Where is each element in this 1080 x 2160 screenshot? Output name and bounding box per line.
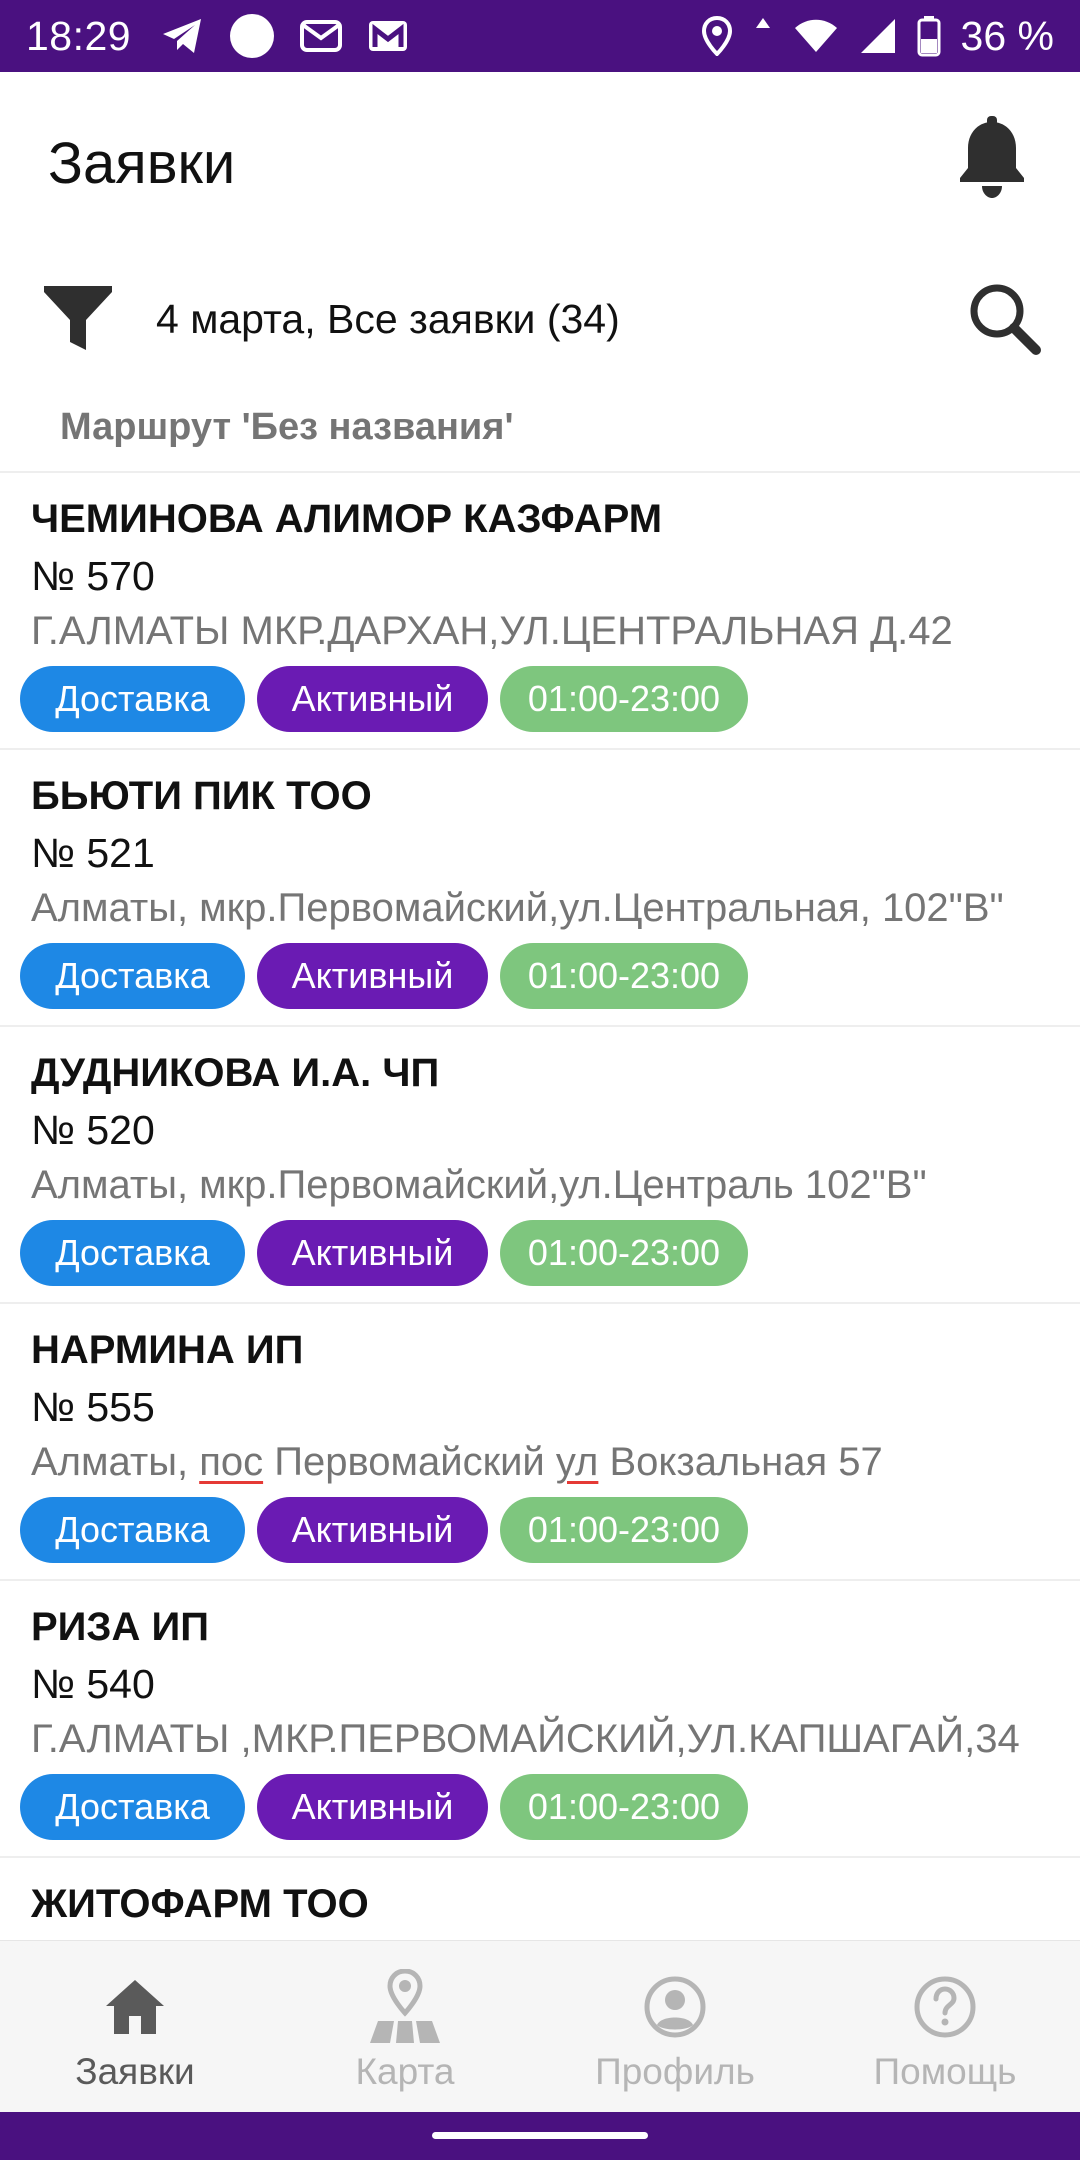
filter-summary[interactable]: 4 марта, Все заявки (34) xyxy=(156,296,620,343)
order-address: Алматы, мкр.Первомайский,ул.Центральная,… xyxy=(31,886,1004,930)
orders-list[interactable]: ЧЕМИНОВА АЛИМОР КАЗФАРМ № 570 Г.АЛМАТЫ М… xyxy=(0,473,1080,1940)
spellcheck-flagged-word: ул xyxy=(555,1440,599,1484)
mail-icon xyxy=(299,19,343,53)
circle-icon xyxy=(229,13,275,59)
order-address: Г.АЛМАТЫ МКР.ДАРХАН,УЛ.ЦЕНТРАЛЬНАЯ Д.42 xyxy=(31,609,953,653)
battery-percentage: 36 % xyxy=(960,12,1054,59)
order-client-name: ЧЕМИНОВА АЛИМОР КАЗФАРМ xyxy=(31,497,663,541)
status-badge: Активный xyxy=(257,943,488,1009)
page-title: Заявки xyxy=(48,131,236,196)
nav-item-map[interactable]: Карта xyxy=(270,1941,540,2113)
spellcheck-flagged-word: пос xyxy=(199,1440,264,1484)
home-icon xyxy=(95,1967,175,2047)
order-badges: Доставка Активный 01:00-23:00 xyxy=(20,1220,748,1286)
profile-icon xyxy=(635,1967,715,2047)
status-badge: Активный xyxy=(257,666,488,732)
delivery-type-badge: Доставка xyxy=(20,666,245,732)
order-number: № 540 xyxy=(31,1661,155,1707)
nav-label: Помощь xyxy=(873,2051,1017,2092)
battery-icon xyxy=(917,15,941,57)
nav-label: Карта xyxy=(355,2051,455,2092)
status-badge: Активный xyxy=(257,1220,488,1286)
order-address: Г.АЛМАТЫ ,МКР.ПЕРВОМАЙСКИЙ,УЛ.КАПШАГАЙ,3… xyxy=(31,1717,1020,1761)
status-time: 18:29 xyxy=(26,12,132,59)
order-card[interactable]: НАРМИНА ИП № 555 Алматы, пос Первомайски… xyxy=(0,1304,1080,1581)
time-window-badge: 01:00-23:00 xyxy=(500,1774,748,1840)
time-window-badge: 01:00-23:00 xyxy=(500,943,748,1009)
order-card[interactable]: ЖИТОФАРМ ТОО xyxy=(0,1858,1080,1940)
system-icons: 36 % xyxy=(701,13,1054,60)
order-number: № 570 xyxy=(31,553,155,599)
time-window-badge: 01:00-23:00 xyxy=(500,666,748,732)
gmail-icon xyxy=(367,19,409,53)
order-number: № 521 xyxy=(31,830,155,876)
order-address: Алматы, мкр.Первомайский,ул.Централь 102… xyxy=(31,1163,927,1207)
order-badges: Доставка Активный 01:00-23:00 xyxy=(20,1774,748,1840)
nav-item-profile[interactable]: Профиль xyxy=(540,1941,810,2113)
filter-icon[interactable] xyxy=(40,280,116,356)
address-part: Первомайский xyxy=(263,1440,556,1484)
order-card[interactable]: ЧЕМИНОВА АЛИМОР КАЗФАРМ № 570 Г.АЛМАТЫ М… xyxy=(0,473,1080,750)
route-label: Маршрут 'Без названия' xyxy=(60,406,514,448)
time-window-badge: 01:00-23:00 xyxy=(500,1497,748,1563)
bell-icon[interactable] xyxy=(952,116,1032,200)
delivery-type-badge: Доставка xyxy=(20,1497,245,1563)
help-icon xyxy=(905,1967,985,2047)
filter-bar: 4 марта, Все заявки (34) xyxy=(0,252,1080,388)
notification-icons xyxy=(161,13,409,59)
wifi-icon xyxy=(793,18,839,54)
system-gesture-bar xyxy=(0,2112,1080,2160)
address-part: Вокзальная 57 xyxy=(598,1440,883,1484)
order-card[interactable]: ДУДНИКОВА И.А. ЧП № 520 Алматы, мкр.Перв… xyxy=(0,1027,1080,1304)
order-badges: Доставка Активный 01:00-23:00 xyxy=(20,943,748,1009)
location-icon xyxy=(701,16,733,56)
order-card[interactable]: БЬЮТИ ПИК ТОО № 521 Алматы, мкр.Первомай… xyxy=(0,750,1080,1027)
order-client-name: ДУДНИКОВА И.А. ЧП xyxy=(31,1051,440,1095)
nav-label: Профиль xyxy=(595,2051,755,2092)
search-icon[interactable] xyxy=(964,278,1044,358)
nav-item-help[interactable]: Помощь xyxy=(810,1941,1080,2113)
home-gesture-handle[interactable] xyxy=(432,2132,648,2139)
order-address: Алматы, пос Первомайский ул Вокзальная 5… xyxy=(31,1440,883,1485)
data-arrows-icon xyxy=(753,16,773,56)
time-window-badge: 01:00-23:00 xyxy=(500,1220,748,1286)
status-bar: 18:29 36 % xyxy=(0,0,1080,72)
bottom-navigation: Заявки Карта Профиль Помощь xyxy=(0,1940,1080,2112)
nav-item-requests[interactable]: Заявки xyxy=(0,1941,270,2113)
map-icon xyxy=(365,1967,445,2047)
order-number: № 555 xyxy=(31,1384,155,1430)
status-badge: Активный xyxy=(257,1497,488,1563)
order-badges: Доставка Активный 01:00-23:00 xyxy=(20,1497,748,1563)
app-header: Заявки xyxy=(0,72,1080,252)
order-client-name: ЖИТОФАРМ ТОО xyxy=(31,1882,369,1926)
telegram-icon xyxy=(161,16,205,56)
order-number: № 520 xyxy=(31,1107,155,1153)
nav-label: Заявки xyxy=(75,2051,195,2092)
order-client-name: НАРМИНА ИП xyxy=(31,1328,304,1372)
status-badge: Активный xyxy=(257,1774,488,1840)
route-header: Маршрут 'Без названия' xyxy=(0,388,1080,473)
order-card[interactable]: РИЗА ИП № 540 Г.АЛМАТЫ ,МКР.ПЕРВОМАЙСКИЙ… xyxy=(0,1581,1080,1858)
delivery-type-badge: Доставка xyxy=(20,943,245,1009)
order-client-name: БЬЮТИ ПИК ТОО xyxy=(31,774,372,818)
address-part: Алматы, xyxy=(31,1440,200,1484)
order-badges: Доставка Активный 01:00-23:00 xyxy=(20,666,748,732)
delivery-type-badge: Доставка xyxy=(20,1220,245,1286)
signal-icon xyxy=(859,17,897,55)
order-client-name: РИЗА ИП xyxy=(31,1605,209,1649)
delivery-type-badge: Доставка xyxy=(20,1774,245,1840)
